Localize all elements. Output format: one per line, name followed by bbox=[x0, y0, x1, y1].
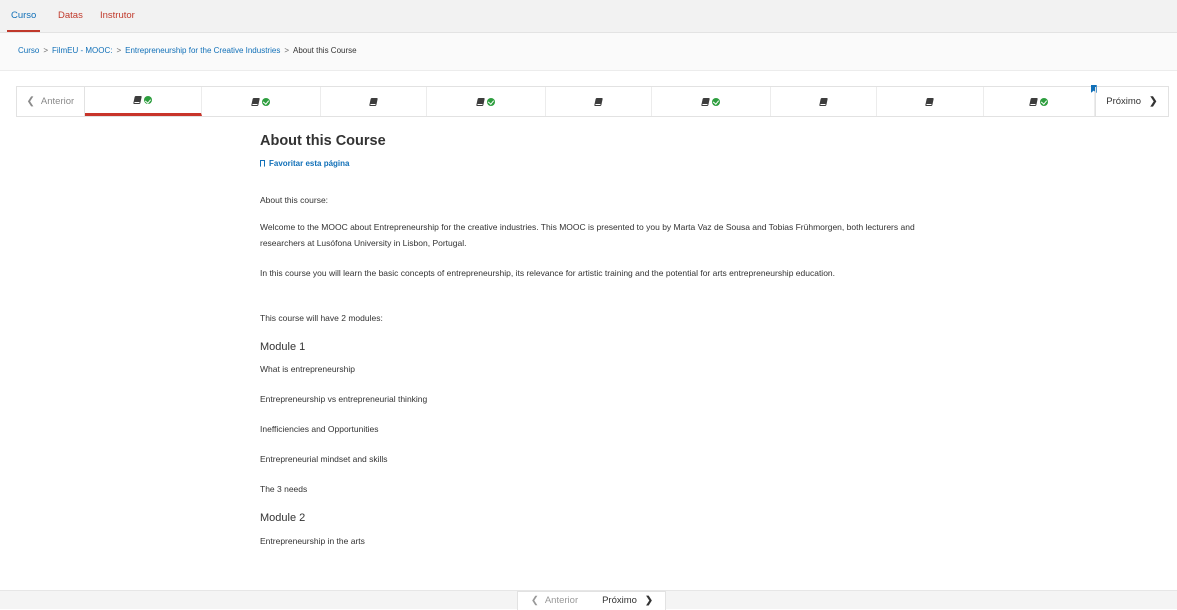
tab-datas[interactable]: Datas bbox=[58, 0, 83, 30]
sequence-next-label: Próximo bbox=[1106, 96, 1142, 107]
check-circle-icon bbox=[711, 97, 720, 106]
sequence-unit-3[interactable] bbox=[321, 87, 427, 116]
module-1-item: Entrepreneurial mindset and skills bbox=[260, 454, 388, 464]
bookmark-button[interactable]: Favoritar esta página bbox=[260, 159, 349, 168]
sequence-unit-4[interactable] bbox=[427, 87, 546, 116]
sequence-next-button[interactable]: Próximo ❯ bbox=[1094, 87, 1168, 116]
bottom-next-label: Próximo bbox=[602, 595, 637, 606]
chevron-left-icon: ❮ bbox=[530, 595, 539, 606]
module-2-item: Entrepreneurship in the arts bbox=[260, 536, 365, 546]
breadcrumb-link-mooc[interactable]: FilmEU - MOOC: bbox=[52, 46, 112, 55]
breadcrumb-separator: > bbox=[43, 46, 49, 55]
sequence-unit-7[interactable] bbox=[771, 87, 877, 116]
sequence-prev-button[interactable]: ❮ Anterior bbox=[17, 87, 85, 116]
unit-content: About this Course Favoritar esta página … bbox=[260, 131, 940, 546]
page-title: About this Course bbox=[260, 133, 386, 149]
chevron-left-icon: ❮ bbox=[26, 96, 35, 107]
book-icon bbox=[132, 96, 142, 104]
sequence-units bbox=[84, 85, 1097, 116]
book-icon bbox=[700, 97, 710, 106]
paragraph-modules: This course will have 2 modules: bbox=[260, 313, 383, 323]
sequence-prev-label: Anterior bbox=[40, 96, 75, 107]
breadcrumb-link-course[interactable]: Entrepreneurship for the Creative Indust… bbox=[125, 46, 280, 55]
sequence-unit-5[interactable] bbox=[546, 87, 652, 116]
paragraph-welcome: Welcome to the MOOC about Entrepreneursh… bbox=[260, 222, 915, 248]
chevron-right-icon: ❯ bbox=[644, 595, 653, 606]
sequence-unit-8[interactable] bbox=[877, 87, 984, 116]
book-icon bbox=[593, 97, 603, 106]
bookmark-icon bbox=[260, 160, 265, 167]
breadcrumb-separator: > bbox=[116, 46, 122, 55]
sequence-unit-1[interactable] bbox=[84, 87, 202, 116]
check-circle-icon bbox=[1039, 97, 1048, 106]
tab-curso[interactable]: Curso bbox=[7, 0, 41, 32]
book-icon bbox=[250, 97, 260, 106]
module-1-item: What is entrepreneurship bbox=[260, 364, 355, 374]
book-icon bbox=[818, 97, 828, 106]
check-circle-icon bbox=[143, 96, 152, 104]
check-circle-icon bbox=[261, 97, 270, 106]
breadcrumb-separator: > bbox=[284, 46, 289, 55]
check-circle-icon bbox=[486, 97, 495, 106]
breadcrumb: Curso > FilmEU - MOOC: > Entrepreneurship fo… bbox=[18, 46, 357, 55]
book-icon bbox=[1028, 97, 1038, 106]
bottom-prev-button[interactable]: ❮ Anterior bbox=[517, 591, 592, 610]
paragraph-learn: In this course you will learn the basic … bbox=[260, 268, 836, 278]
intro-text: About this course: bbox=[260, 195, 329, 205]
sequence-unit-9[interactable] bbox=[984, 85, 1097, 116]
sequence-unit-2[interactable] bbox=[202, 87, 321, 116]
breadcrumb-bar: Curso > FilmEU - MOOC: > Entrepreneurship fo… bbox=[0, 33, 1177, 71]
book-icon bbox=[475, 97, 485, 106]
module-1-heading: Module 1 bbox=[260, 341, 306, 353]
book-icon bbox=[925, 97, 935, 106]
breadcrumb-current: About this Course bbox=[293, 46, 357, 55]
bottom-prev-label: Anterior bbox=[544, 595, 579, 606]
chevron-right-icon: ❯ bbox=[1149, 96, 1158, 107]
module-1-item: Inefficiencies and Opportunities bbox=[260, 424, 379, 434]
sequence-unit-6[interactable] bbox=[652, 87, 771, 116]
module-1-item: The 3 needs bbox=[260, 484, 308, 494]
bookmark-label: Favoritar esta página bbox=[269, 159, 350, 168]
bottom-nav: ❮ Anterior Próximo ❯ bbox=[0, 590, 1177, 610]
module-1-item: Entrepreneurship vs entrepreneurial thin… bbox=[260, 394, 428, 404]
course-tabs: Curso Datas Instrutor bbox=[0, 0, 1177, 33]
module-2-heading: Module 2 bbox=[260, 512, 306, 524]
sequence-nav: ❮ Anterior Próximo ❯ bbox=[16, 85, 1169, 117]
book-icon bbox=[368, 97, 378, 106]
breadcrumb-link-curso[interactable]: Curso bbox=[18, 46, 39, 55]
bottom-next-button[interactable]: Próximo ❯ bbox=[590, 591, 666, 610]
tab-instrutor[interactable]: Instrutor bbox=[100, 0, 135, 30]
